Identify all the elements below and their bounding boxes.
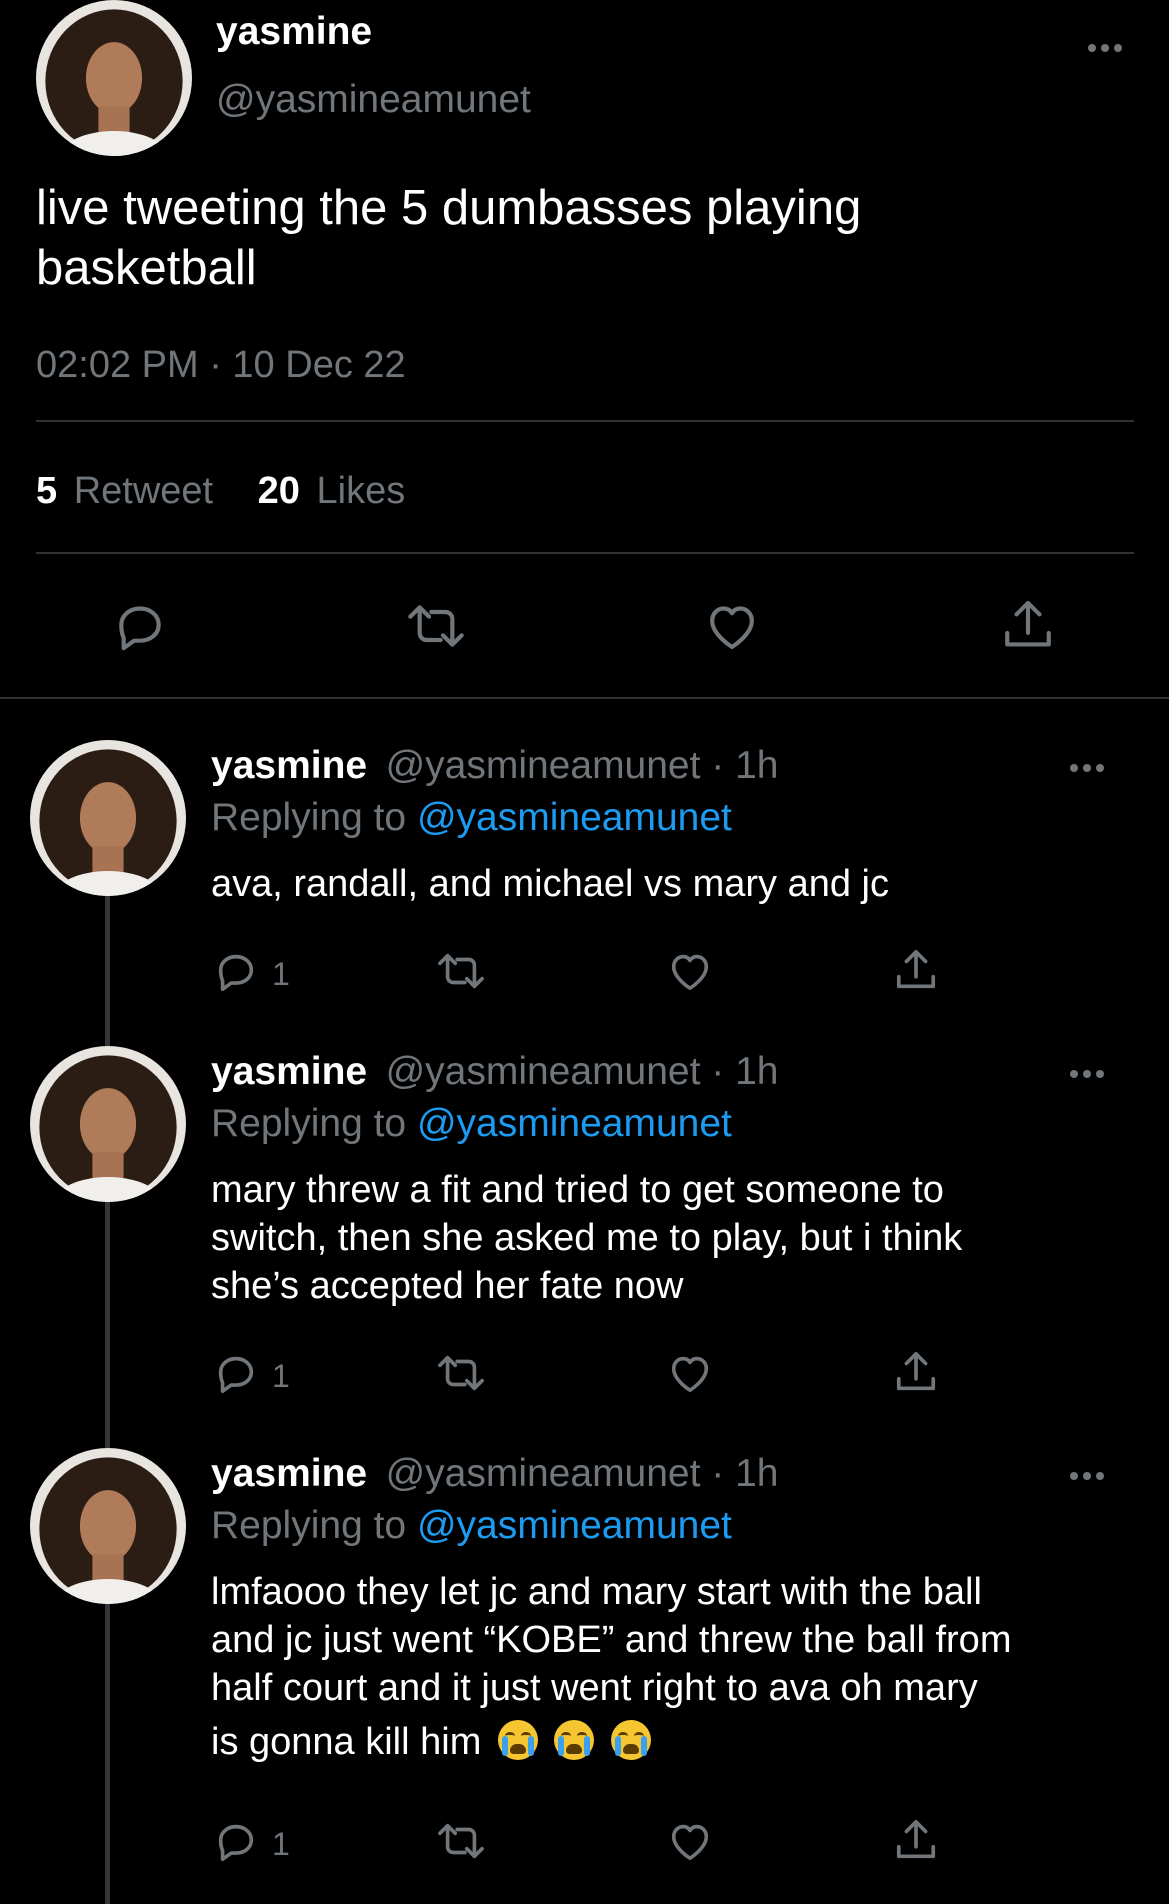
loudly-crying-face-icon [611, 1720, 652, 1760]
loudly-crying-face-icon [554, 1720, 595, 1760]
like-label[interactable]: Likes [317, 470, 406, 512]
replying-to-prefix: Replying to [211, 1102, 407, 1145]
replying-to-prefix: Replying to [211, 1504, 407, 1547]
main-display-name[interactable]: yasmine [216, 10, 372, 54]
reply-text-line: half court and it just went right to ava… [211, 1667, 978, 1709]
reply-text: ava, randall, and michael vs mary and jc [211, 860, 889, 908]
reply-count: 1 [272, 1826, 290, 1862]
reply-avatar[interactable] [30, 1448, 186, 1604]
retweet-icon[interactable] [403, 596, 469, 656]
retweet-count[interactable]: 5 [36, 470, 57, 512]
section-divider [0, 697, 1169, 699]
main-more-icon[interactable] [1088, 44, 1122, 52]
reply-count: 1 [272, 1358, 290, 1394]
share-icon[interactable] [892, 946, 940, 996]
main-tweet-text: live tweeting the 5 dumbasses playing ba… [36, 178, 861, 298]
reply-text: mary threw a fit and tried to get someon… [211, 1166, 962, 1310]
reply-display-name[interactable]: yasmine [211, 1452, 367, 1495]
heart-icon[interactable] [664, 1350, 716, 1396]
reply-handle-time[interactable]: @yasmineamunet · 1h [386, 1452, 779, 1495]
replying-to: Replying to @yasmineamunet [211, 1102, 732, 1146]
reply-text-line: switch, then she asked me to play, but i… [211, 1217, 963, 1259]
reply-text-line: mary threw a fit and tried to get someon… [211, 1169, 944, 1211]
reply-header: yasmine @yasmineamunet · 1h [211, 744, 779, 788]
reply-handle-time[interactable]: @yasmineamunet · 1h [386, 1050, 779, 1093]
replying-to-handle[interactable]: @yasmineamunet [417, 1504, 732, 1547]
reply-text-last-line: is gonna kill him [211, 1718, 1011, 1766]
like-count[interactable]: 20 [258, 470, 300, 512]
reply-avatar[interactable] [30, 740, 186, 896]
reply-bubble-icon[interactable] [211, 1350, 261, 1396]
reply-header: yasmine @yasmineamunet · 1h [211, 1050, 779, 1094]
reply-handle-time[interactable]: @yasmineamunet · 1h [386, 744, 779, 787]
reply-text-line: is gonna kill him [211, 1721, 482, 1763]
replying-to-prefix: Replying to [211, 796, 407, 839]
share-icon[interactable] [892, 1348, 940, 1398]
reply-text-line: ava, randall, and michael vs mary and jc [211, 863, 889, 905]
reply-display-name[interactable]: yasmine [211, 744, 367, 787]
divider [36, 420, 1134, 422]
replying-to-handle[interactable]: @yasmineamunet [417, 796, 732, 839]
heart-icon[interactable] [664, 1818, 716, 1864]
heart-icon[interactable] [664, 948, 716, 994]
avatar-image [30, 1448, 186, 1604]
reply-avatar[interactable] [30, 1046, 186, 1202]
replying-to: Replying to @yasmineamunet [211, 1504, 732, 1548]
main-tweet-text-line: live tweeting the 5 dumbasses playing [36, 181, 862, 235]
main-tweet-avatar[interactable] [36, 0, 192, 156]
reply-text: lmfaooo they let jc and mary start with … [211, 1568, 1011, 1766]
reply-display-name[interactable]: yasmine [211, 1050, 367, 1093]
retweet-icon[interactable] [432, 948, 490, 994]
avatar-image [30, 1046, 186, 1202]
retweet-icon[interactable] [432, 1350, 490, 1396]
reply-text-line: and jc just went “KOBE” and threw the ba… [211, 1619, 1012, 1661]
reply-text-line: she’s accepted her fate now [211, 1265, 684, 1307]
replying-to: Replying to @yasmineamunet [211, 796, 732, 840]
heart-icon[interactable] [700, 596, 764, 656]
main-timestamp[interactable]: 02:02 PM · 10 Dec 22 [36, 344, 406, 387]
replying-to-handle[interactable]: @yasmineamunet [417, 1102, 732, 1145]
main-tweet-text-line: basketball [36, 241, 257, 295]
reply-more-icon[interactable] [1070, 1472, 1104, 1480]
reply-text-line: lmfaooo they let jc and mary start with … [211, 1571, 982, 1613]
retweet-icon[interactable] [432, 1818, 490, 1864]
share-icon[interactable] [892, 1816, 940, 1866]
reply-more-icon[interactable] [1070, 764, 1104, 772]
avatar-image [30, 740, 186, 896]
avatar-image [36, 0, 192, 156]
retweet-label[interactable]: Retweet [74, 470, 213, 512]
main-handle[interactable]: @yasmineamunet [216, 78, 531, 122]
loudly-crying-face-icon [497, 1720, 538, 1760]
reply-bubble-icon[interactable] [211, 948, 261, 994]
engagement-stats: 5 Retweet 20 Likes [36, 470, 405, 513]
reply-count: 1 [272, 956, 290, 992]
reply-bubble-icon[interactable] [110, 596, 170, 656]
reply-bubble-icon[interactable] [211, 1818, 261, 1864]
share-icon[interactable] [998, 594, 1058, 658]
reply-more-icon[interactable] [1070, 1070, 1104, 1078]
divider [36, 552, 1134, 554]
reply-header: yasmine @yasmineamunet · 1h [211, 1452, 779, 1496]
